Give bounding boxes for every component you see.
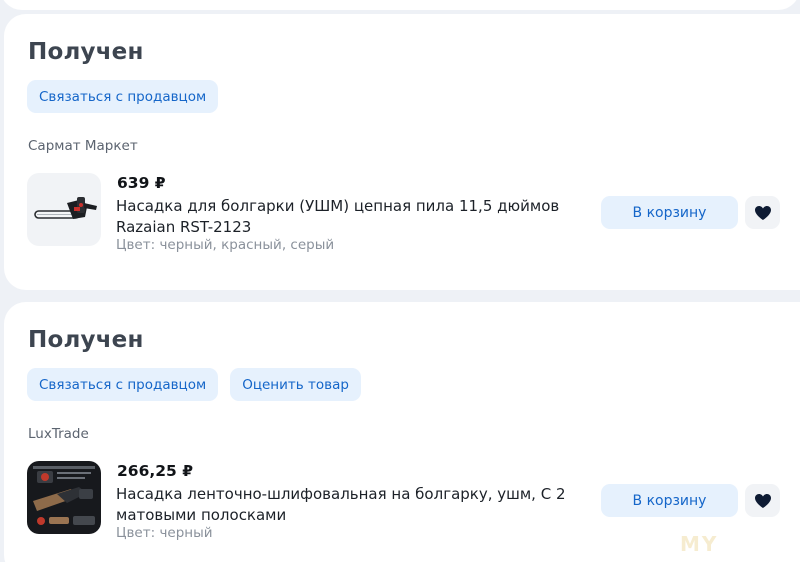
order-status: Получен	[28, 327, 144, 353]
product-title[interactable]: Насадка для болгарки (УШМ) цепная пила 1…	[116, 196, 586, 238]
watermark: MY	[680, 532, 719, 556]
product-title-line: матовыми полосками	[116, 506, 287, 524]
product-attributes: Цвет: черный, красный, серый	[116, 237, 335, 253]
product-price: 639 ₽	[117, 174, 166, 192]
rate-product-button[interactable]: Оценить товар	[230, 368, 361, 401]
add-to-cart-button[interactable]: В корзину	[601, 196, 738, 229]
product-title-line: Насадка ленточно-шлифовальная на болгарк…	[116, 485, 566, 503]
belt-sander-attachment-image	[33, 466, 95, 525]
order-card: Получен Связаться с продавцом Оценить то…	[4, 302, 800, 562]
chainsaw-attachment-image	[34, 197, 97, 219]
heart-icon	[754, 493, 771, 508]
contact-seller-button[interactable]: Связаться с продавцом	[27, 368, 219, 401]
seller-name[interactable]: Сармат Маркет	[28, 138, 138, 154]
product-title-line: Насадка для болгарки (УШМ) цепная пила 1…	[116, 197, 560, 215]
product-attributes: Цвет: черный	[116, 525, 213, 541]
product-image[interactable]	[27, 461, 101, 534]
product-title[interactable]: Насадка ленточно-шлифовальная на болгарк…	[116, 484, 586, 526]
previous-card-edge	[0, 0, 800, 10]
favorite-button[interactable]	[745, 196, 780, 229]
contact-seller-button[interactable]: Связаться с продавцом	[27, 80, 219, 113]
order-card: Получен Связаться с продавцом Сармат Мар…	[4, 14, 800, 290]
heart-icon	[754, 205, 771, 220]
order-actions: Связаться с продавцом	[27, 80, 219, 113]
favorite-button[interactable]	[745, 484, 780, 517]
order-actions: Связаться с продавцом Оценить товар	[27, 368, 361, 401]
order-status: Получен	[28, 39, 144, 65]
product-title-line: Razaian RST-2123	[116, 218, 252, 236]
product-price: 266,25 ₽	[117, 462, 193, 480]
seller-name[interactable]: LuxTrade	[28, 426, 89, 442]
add-to-cart-button[interactable]: В корзину	[601, 484, 738, 517]
product-image[interactable]	[27, 173, 101, 246]
